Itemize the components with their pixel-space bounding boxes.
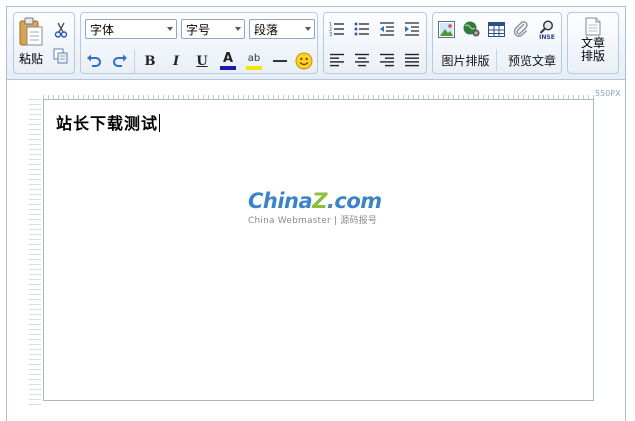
font-color-bar <box>220 66 236 70</box>
unordered-list-button[interactable] <box>351 18 373 40</box>
justify-icon <box>405 53 419 67</box>
underline-button[interactable]: U <box>191 50 213 72</box>
horizontal-rule-button[interactable] <box>269 50 291 72</box>
copy-button[interactable] <box>50 45 72 67</box>
magnifier-icon <box>539 19 554 34</box>
indent-button[interactable] <box>401 18 423 40</box>
preview-article-label: 预览文章 <box>507 53 556 68</box>
watermark-logo: ChinaZ.com China Webmaster | 源码报号 <box>248 190 408 226</box>
document-icon <box>585 17 601 36</box>
image-layout-button[interactable]: 图片排版 <box>435 49 497 71</box>
paragraph-group: 1 2 3 <box>323 12 427 74</box>
align-center-icon <box>355 53 369 67</box>
align-left-icon <box>330 53 344 67</box>
italic-button[interactable]: I <box>165 50 187 72</box>
align-right-button[interactable] <box>376 49 398 71</box>
cut-button[interactable] <box>50 19 72 41</box>
chevron-down-icon <box>235 27 241 31</box>
font-family-select[interactable]: 字体 <box>85 19 177 39</box>
font-color-button[interactable]: A <box>217 50 239 72</box>
bullet-list-icon <box>354 22 369 36</box>
undo-button[interactable] <box>83 50 105 72</box>
underline-icon: U <box>196 53 208 69</box>
paste-label: 粘贴 <box>18 52 43 66</box>
chevron-down-icon <box>305 27 311 31</box>
format-group: 字体 字号 段落 B I U A ab <box>80 12 318 74</box>
italic-icon: I <box>172 53 180 69</box>
image-icon <box>437 20 455 38</box>
watermark-tagline: China Webmaster | 源码报号 <box>248 216 378 226</box>
highlight-bar <box>246 65 262 70</box>
insert-group: INSE 图片排版 预览文章 <box>432 12 562 74</box>
ordered-list-button[interactable]: 1 2 3 <box>326 18 348 40</box>
scissors-icon <box>54 22 68 38</box>
justify-button[interactable] <box>401 49 423 71</box>
insert-image-button[interactable] <box>435 18 457 40</box>
preview-article-button[interactable]: 预览文章 <box>503 49 561 71</box>
copy-icon <box>53 48 68 64</box>
table-icon <box>487 21 505 37</box>
globe-link-icon <box>463 21 480 37</box>
watermark-brand-part2: Z <box>312 189 327 213</box>
watermark-brand-part1: China <box>248 189 313 213</box>
text-caret <box>159 114 161 132</box>
watermark-brand-part3: .com <box>326 189 382 213</box>
paste-icon <box>19 17 43 46</box>
horizontal-rule-icon <box>273 60 287 62</box>
image-layout-label: 图片排版 <box>441 53 490 68</box>
paste-button[interactable]: 粘贴 <box>16 17 46 71</box>
bold-button[interactable]: B <box>139 50 161 72</box>
undo-icon <box>87 54 101 67</box>
font-size-select[interactable]: 字号 <box>181 19 245 39</box>
document-text-content: 站长下载测试 <box>56 114 159 133</box>
article-layout-group: 文章 排版 <box>567 12 619 74</box>
indent-icon <box>405 22 419 36</box>
outdent-icon <box>380 22 394 36</box>
bold-icon: B <box>144 53 156 69</box>
font-size-value: 字号 <box>186 22 211 37</box>
insert-link-button[interactable] <box>460 18 482 40</box>
editor-toolbar: 粘贴 字体 字号 段落 B I U A ab 1 2 3 INSE 图片排版 预… <box>7 7 625 80</box>
article-layout-label: 文章 排版 <box>580 36 605 63</box>
align-right-icon <box>380 53 394 67</box>
clipboard-group: 粘贴 <box>13 12 75 74</box>
redo-icon <box>113 54 127 67</box>
emoticon-button[interactable] <box>293 50 315 72</box>
insert-html-button[interactable]: INSE <box>535 17 559 43</box>
smiley-icon <box>295 52 313 70</box>
chevron-down-icon <box>167 27 173 31</box>
outdent-button[interactable] <box>376 18 398 40</box>
divider <box>134 49 135 73</box>
align-left-button[interactable] <box>326 49 348 71</box>
align-center-button[interactable] <box>351 49 373 71</box>
ordered-list-icon: 1 2 3 <box>329 22 344 37</box>
svg-text:3: 3 <box>329 32 332 37</box>
insert-table-button[interactable] <box>485 18 507 40</box>
insert-html-label: INSE <box>539 33 555 41</box>
font-family-value: 字体 <box>90 22 115 37</box>
paragraph-value: 段落 <box>254 22 279 37</box>
paragraph-select[interactable]: 段落 <box>249 19 315 39</box>
rich-text-editor: 粘贴 字体 字号 段落 B I U A ab 1 2 3 INSE 图片排版 预… <box>6 6 626 421</box>
font-color-icon: A <box>222 51 234 66</box>
article-layout-button[interactable]: 文章 排版 <box>570 15 616 71</box>
paperclip-icon <box>513 21 528 37</box>
left-ruler <box>29 99 41 407</box>
ruler-width-label: 550PX <box>595 89 621 98</box>
document-text[interactable]: 站长下载测试 <box>56 110 161 134</box>
watermark-brand: ChinaZ.com <box>248 190 408 212</box>
highlight-icon: ab <box>247 52 261 64</box>
document-body[interactable]: 站长下载测试 ChinaZ.com China Webmaster | 源码报号 <box>43 99 594 401</box>
attachment-button[interactable] <box>510 18 532 40</box>
highlight-button[interactable]: ab <box>243 50 265 72</box>
redo-button[interactable] <box>109 50 131 72</box>
